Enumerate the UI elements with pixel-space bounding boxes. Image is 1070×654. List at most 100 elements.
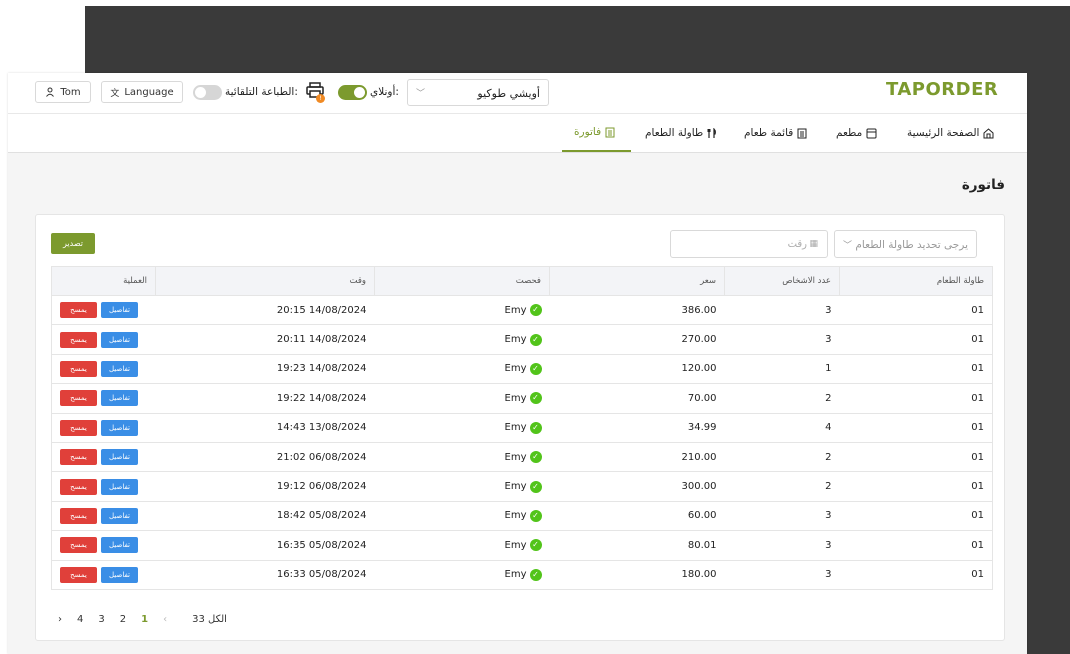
page-title: فاتورة (961, 177, 1005, 193)
checked-by: Emy (504, 334, 527, 346)
user-button[interactable]: Tom (35, 81, 91, 103)
online-toggle[interactable] (338, 85, 367, 100)
nav-menu-label: قائمة طعام (744, 127, 794, 139)
time-cell: 19:23 14/08/2024 (155, 354, 375, 385)
checked-cell: Emy ✓ (374, 413, 550, 443)
checked-by: Emy (504, 451, 527, 463)
table-select-placeholder: يرجى تحديد طاولة الطعام (855, 239, 968, 251)
checked-by: Emy (504, 481, 527, 493)
chevron-down-icon: ﹀ (416, 89, 426, 99)
header-time: وقت (155, 266, 375, 296)
delete-button[interactable]: يمسح (60, 419, 97, 436)
store-select[interactable]: ﹀ أويشي طوكيو (407, 79, 549, 106)
header-checked: فحصت (374, 266, 550, 296)
top-bar: Tom 文 Language الطباعة التلقائية: ! أونل… (8, 73, 1027, 114)
prev-page-button[interactable]: ‹ (163, 614, 167, 625)
auto-print-toggle[interactable] (193, 85, 222, 100)
details-button[interactable]: تفاصيل (101, 419, 138, 436)
page-3[interactable]: 3 (98, 614, 104, 625)
check-circle-icon: ✓ (529, 362, 542, 375)
header-operation: العملية (51, 266, 156, 296)
table-cell: 01 (839, 295, 993, 326)
checked-cell: Emy ✓ (374, 383, 550, 414)
printer-alert-badge: ! (316, 94, 325, 103)
people-cell: 3 (724, 501, 840, 532)
people-cell: 1 (724, 354, 840, 385)
checked-cell: Emy ✓ (374, 501, 550, 532)
app-window: Tom 文 Language الطباعة التلقائية: ! أونل… (8, 73, 1027, 654)
language-label: Language (124, 86, 174, 98)
delete-button[interactable]: يمسح (60, 331, 97, 348)
calendar-icon: ▦ (809, 239, 818, 249)
language-button[interactable]: 文 Language (101, 81, 183, 103)
details-button[interactable]: تفاصيل (101, 331, 138, 348)
table-cell: 01 (839, 383, 993, 414)
delete-button[interactable]: يمسح (60, 302, 97, 319)
chevron-down-icon: ﹀ (843, 241, 853, 251)
details-button[interactable]: تفاصيل (101, 537, 138, 554)
time-cell: 20:15 14/08/2024 (155, 295, 375, 326)
check-circle-icon: ✓ (529, 509, 542, 522)
checked-cell: Emy ✓ (374, 295, 550, 326)
auto-print-label: الطباعة التلقائية: (225, 86, 298, 98)
table-select[interactable]: ﹀ يرجى تحديد طاولة الطعام (834, 230, 977, 258)
table-row: يمسح تفاصيل 19:12 06/08/2024 Emy ✓ 300.00 2 01 (51, 471, 993, 502)
next-page-button[interactable]: › (58, 614, 62, 625)
nav-restaurant[interactable]: مطعم (836, 114, 877, 152)
nav-invoice[interactable]: فاتورة (562, 114, 631, 152)
time-cell: 16:35 05/08/2024 (155, 530, 375, 561)
price-cell: 60.00 (549, 501, 725, 532)
delete-button[interactable]: يمسح (60, 566, 97, 583)
operation-cell: يمسح تفاصيل (51, 501, 156, 532)
delete-button[interactable]: يمسح (60, 360, 97, 377)
delete-button[interactable]: يمسح (60, 537, 97, 554)
details-button[interactable]: تفاصيل (101, 507, 138, 524)
details-button[interactable]: تفاصيل (101, 449, 138, 466)
table-row: يمسح تفاصيل 21:02 06/08/2024 Emy ✓ 210.00 2 01 (51, 442, 993, 473)
user-name: Tom (60, 86, 81, 98)
check-circle-icon: ✓ (529, 392, 542, 405)
people-cell: 3 (724, 324, 840, 355)
operation-cell: يمسح تفاصيل (51, 471, 156, 502)
delete-button[interactable]: يمسح (60, 507, 97, 524)
page-2[interactable]: 2 (120, 614, 126, 625)
details-button[interactable]: تفاصيل (101, 390, 138, 407)
invoice-card: تصدير رقت ▦ ﹀ يرجى تحديد طاولة الطعام ال… (35, 214, 1005, 641)
people-cell: 2 (724, 471, 840, 502)
price-cell: 180.00 (549, 560, 725, 590)
operation-cell: يمسح تفاصيل (51, 560, 156, 590)
page-1[interactable]: 1 (141, 614, 148, 625)
nav-menu[interactable]: قائمة طعام (744, 114, 807, 152)
page-4[interactable]: 4 (77, 614, 83, 625)
details-button[interactable]: تفاصيل (101, 566, 138, 583)
delete-button[interactable]: يمسح (60, 390, 97, 407)
details-button[interactable]: تفاصيل (101, 302, 138, 319)
table-header-row: العملية وقت فحصت سعر عدد الاشخاص طاولة ا… (51, 266, 993, 296)
invoice-table: العملية وقت فحصت سعر عدد الاشخاص طاولة ا… (51, 266, 993, 590)
table-cell: 01 (839, 324, 993, 355)
details-button[interactable]: تفاصيل (101, 360, 138, 377)
nav-invoice-label: فاتورة (574, 126, 602, 138)
printer-button[interactable]: ! (306, 82, 326, 103)
menu-icon (797, 128, 807, 138)
home-icon (983, 127, 994, 138)
checked-by: Emy (504, 569, 527, 581)
time-cell: 14:43 13/08/2024 (155, 413, 375, 443)
table-cell: 01 (839, 560, 993, 590)
checked-cell: Emy ✓ (374, 530, 550, 561)
delete-button[interactable]: يمسح (60, 449, 97, 466)
export-button[interactable]: تصدير (51, 233, 95, 254)
operation-cell: يمسح تفاصيل (51, 530, 156, 561)
time-cell: 20:11 14/08/2024 (155, 324, 375, 355)
nav-tables[interactable]: طاولة الطعام (645, 114, 717, 152)
check-circle-icon: ✓ (529, 539, 542, 552)
pagination: › 4 3 2 1 ‹ الكل 33 (58, 610, 227, 628)
delete-button[interactable]: يمسح (60, 478, 97, 495)
details-button[interactable]: تفاصيل (101, 478, 138, 495)
nav-home[interactable]: الصفحة الرئيسية (907, 114, 994, 152)
date-filter[interactable]: رقت ▦ (670, 230, 828, 258)
check-circle-icon: ✓ (529, 480, 542, 493)
people-cell: 3 (724, 295, 840, 326)
operation-cell: يمسح تفاصيل (51, 413, 156, 443)
checked-by: Emy (504, 539, 527, 551)
